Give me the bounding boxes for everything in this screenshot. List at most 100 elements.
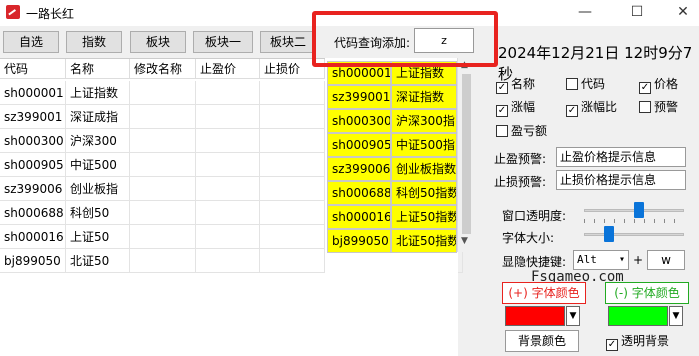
table-cell[interactable] xyxy=(196,225,260,249)
checkbox-icon: ✓ xyxy=(496,105,508,117)
table-cell[interactable]: 中证500 xyxy=(66,153,130,177)
toolbar-button[interactable]: 自选 xyxy=(3,31,59,53)
suggest-item[interactable]: sh000905 xyxy=(327,133,391,157)
hotkey-modifier-select[interactable]: Alt ▾ xyxy=(573,250,629,270)
table-cell[interactable] xyxy=(130,249,196,273)
query-input[interactable]: z xyxy=(414,28,474,53)
hotkey-plus: + xyxy=(633,253,644,267)
table-cell[interactable] xyxy=(260,105,325,129)
table-cell[interactable]: 深证成指 xyxy=(66,105,130,129)
option-checkbox[interactable]: 代码 xyxy=(566,77,605,91)
option-checkbox[interactable]: ✓ 涨幅 xyxy=(496,100,535,117)
table-cell[interactable] xyxy=(196,129,260,153)
table-cell[interactable] xyxy=(196,249,260,273)
up-color-swatch[interactable] xyxy=(505,306,565,326)
suggest-scrollbar[interactable]: ▲ ▼ xyxy=(457,58,474,252)
suggest-item[interactable]: 科创50指数 xyxy=(391,181,457,205)
down-color-dropdown-icon[interactable]: ▼ xyxy=(669,306,683,326)
table-cell[interactable] xyxy=(130,177,196,201)
app-logo-icon xyxy=(6,5,20,19)
suggest-item[interactable]: sh000688 xyxy=(327,181,391,205)
up-color-dropdown-icon[interactable]: ▼ xyxy=(566,306,580,326)
table-cell[interactable] xyxy=(260,129,325,153)
suggest-item[interactable]: 上证50指数 xyxy=(391,205,457,229)
option-label: 价格 xyxy=(654,77,679,91)
table-cell[interactable] xyxy=(260,201,325,225)
suggest-item[interactable]: 创业板指数 xyxy=(391,157,457,181)
table-cell[interactable]: 上证50 xyxy=(66,225,130,249)
suggest-item[interactable]: sh000300 xyxy=(327,109,391,133)
scroll-thumb[interactable] xyxy=(462,74,471,234)
table-cell[interactable] xyxy=(196,153,260,177)
suggest-list[interactable]: sh000001 上证指数 sz399001 深证指数 sh000300 沪深300指 sh… xyxy=(325,58,457,253)
table-cell[interactable] xyxy=(130,153,196,177)
suggest-item[interactable]: sz399006 xyxy=(327,157,391,181)
suggest-item[interactable]: 中证500指 xyxy=(391,133,457,157)
table-cell[interactable] xyxy=(130,201,196,225)
minimize-button[interactable]: — xyxy=(570,2,600,22)
table-cell[interactable]: bj899050 xyxy=(0,249,66,273)
option-label: 代码 xyxy=(581,77,606,91)
down-font-color-button[interactable]: (-) 字体颜色 xyxy=(605,282,689,304)
table-cell[interactable]: sh000905 xyxy=(0,153,66,177)
table-cell[interactable] xyxy=(130,225,196,249)
suggest-item[interactable]: 沪深300指 xyxy=(391,109,457,133)
option-checkbox[interactable]: 盈亏额 xyxy=(496,124,547,138)
table-cell[interactable]: sh000016 xyxy=(0,225,66,249)
option-label: 预警 xyxy=(654,100,679,114)
table-cell[interactable] xyxy=(260,81,325,105)
option-checkbox[interactable]: ✓ 名称 xyxy=(496,77,535,94)
table-cell[interactable]: sh000300 xyxy=(0,129,66,153)
table-cell[interactable] xyxy=(130,81,196,105)
loss-alert-input[interactable]: 止损价格提示信息 xyxy=(556,170,686,190)
suggest-item[interactable]: 北证50指数 xyxy=(391,229,457,253)
table-cell[interactable] xyxy=(196,201,260,225)
suggest-item[interactable]: sh000016 xyxy=(327,205,391,229)
toolbar-button[interactable]: 板块二 xyxy=(260,31,316,53)
table-cell[interactable] xyxy=(260,153,325,177)
suggest-item[interactable]: bj899050 xyxy=(327,229,391,253)
column-header[interactable]: 代码 xyxy=(0,59,66,79)
window-title: 一路长红 xyxy=(26,7,75,21)
table-cell[interactable] xyxy=(196,105,260,129)
table-cell[interactable] xyxy=(260,249,325,273)
toolbar-button[interactable]: 板块一 xyxy=(193,31,253,53)
toolbar-button[interactable]: 指数 xyxy=(66,31,122,53)
column-header[interactable]: 止盈价 xyxy=(196,59,260,79)
hotkey-key-input[interactable]: w xyxy=(647,250,685,270)
option-checkbox[interactable]: ✓ 价格 xyxy=(639,77,678,94)
column-header[interactable]: 名称 xyxy=(66,59,130,79)
fontsize-slider[interactable] xyxy=(584,233,684,236)
down-color-swatch[interactable] xyxy=(608,306,668,326)
suggest-item[interactable]: 深证指数 xyxy=(391,85,457,109)
table-cell[interactable]: sh000001 xyxy=(0,81,66,105)
table-cell[interactable]: 北证50 xyxy=(66,249,130,273)
toolbar-button[interactable]: 板块 xyxy=(130,31,186,53)
table-cell[interactable]: 上证指数 xyxy=(66,81,130,105)
table-cell[interactable] xyxy=(260,225,325,249)
scroll-down-icon[interactable]: ▼ xyxy=(461,236,468,246)
column-header[interactable]: 修改名称 xyxy=(130,59,196,79)
table-cell[interactable] xyxy=(130,105,196,129)
opacity-slider-thumb[interactable] xyxy=(634,202,644,218)
option-checkbox[interactable]: ✓ 涨幅比 xyxy=(566,100,617,117)
table-cell[interactable]: sz399006 xyxy=(0,177,66,201)
suggest-item[interactable]: sz399001 xyxy=(327,85,391,109)
table-cell[interactable] xyxy=(196,177,260,201)
background-color-button[interactable]: 背景颜色 xyxy=(505,330,579,352)
transparent-bg-checkbox[interactable]: ✓ 透明背景 xyxy=(606,334,669,351)
maximize-button[interactable]: ☐ xyxy=(622,2,652,22)
table-cell[interactable] xyxy=(196,81,260,105)
table-cell[interactable]: 科创50 xyxy=(66,201,130,225)
close-button[interactable]: ✕ xyxy=(668,2,698,22)
profit-alert-input[interactable]: 止盈价格提示信息 xyxy=(556,147,686,167)
table-cell[interactable]: sh000688 xyxy=(0,201,66,225)
table-cell[interactable]: sz399001 xyxy=(0,105,66,129)
fontsize-slider-thumb[interactable] xyxy=(604,226,614,242)
table-cell[interactable] xyxy=(260,177,325,201)
table-cell[interactable]: 创业板指 xyxy=(66,177,130,201)
table-cell[interactable] xyxy=(130,129,196,153)
option-checkbox[interactable]: 预警 xyxy=(639,100,678,114)
up-font-color-button[interactable]: (+) 字体颜色 xyxy=(502,282,586,304)
table-cell[interactable]: 沪深300 xyxy=(66,129,130,153)
